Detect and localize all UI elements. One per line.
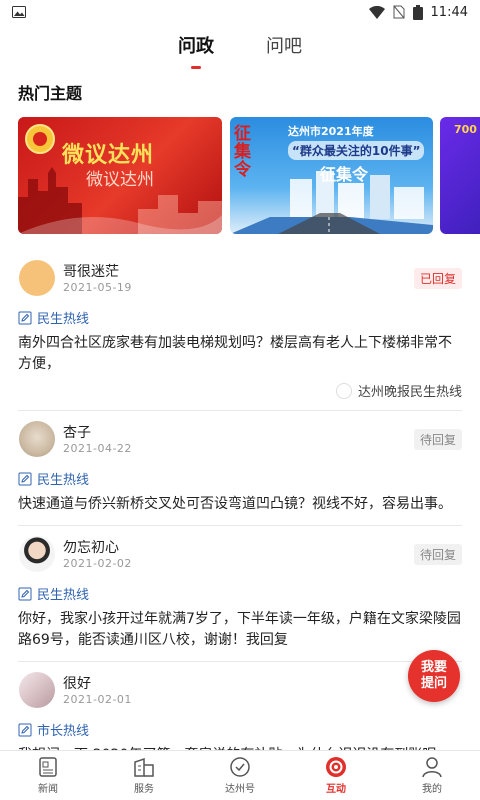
check-circle-icon — [230, 757, 250, 777]
nav-label: 互动 — [326, 784, 346, 795]
bottom-nav: 新闻 服务 达州号 互动 我的 — [0, 750, 480, 800]
edit-icon — [18, 311, 32, 324]
status-badge: 待回复 — [413, 429, 462, 450]
edit-icon — [18, 587, 32, 600]
edit-icon — [18, 472, 32, 485]
author-name: 杏子 — [63, 425, 91, 441]
banner-label: 700 — [454, 123, 477, 136]
category-tag[interactable]: 民生热线 — [18, 469, 462, 488]
nav-item-interact[interactable]: 互动 — [288, 751, 384, 800]
question-content: 快速通道与侨兴新桥交叉处可否设弯道凹凸镜？视线不好，容易出事。 — [18, 496, 452, 512]
section-title: 热门主题 — [18, 84, 83, 103]
avatar — [19, 421, 55, 457]
question-item[interactable]: 勿忘初心 2021-02-02 待回复 民生热线 你好，我家小孩开过年就满7岁了… — [18, 526, 462, 662]
post-date: 2021-05-19 — [63, 281, 132, 294]
status-time: 11:44 — [430, 4, 468, 20]
battery-icon — [412, 4, 423, 20]
topic-carousel[interactable]: 微议达州 微议达州 征集令 达州市2021年度 “群众最关注的10件事” 征集令… — [18, 117, 480, 235]
question-item[interactable]: 哥很迷茫 2021-05-19 已回复 民生热线 南外四合社区庞家巷有加装电梯规… — [18, 250, 462, 411]
author-name: 哥很迷茫 — [63, 264, 119, 280]
avatar — [19, 536, 55, 572]
no-sim-icon — [393, 5, 405, 19]
edit-icon — [18, 723, 32, 736]
tab-label: 问政 — [178, 36, 214, 57]
tab-label: 问吧 — [266, 36, 302, 57]
nav-item-service[interactable]: 服务 — [96, 751, 192, 800]
banner-subtitle: 征集令 — [320, 165, 369, 184]
status-badge: 待回复 — [413, 544, 462, 565]
category-tag[interactable]: 民生热线 — [18, 584, 462, 603]
nav-item-news[interactable]: 新闻 — [0, 751, 96, 800]
banner-stamp: 征集令 — [234, 124, 251, 180]
status-bar: 11:44 — [0, 0, 480, 24]
profile-icon — [422, 757, 442, 778]
nav-label: 达州号 — [225, 784, 255, 795]
category-label: 民生热线 — [37, 473, 90, 488]
nav-label: 新闻 — [38, 784, 58, 795]
post-date: 2021-04-22 — [63, 442, 132, 455]
post-date: 2021-02-02 — [63, 557, 132, 570]
category-tag[interactable]: 民生热线 — [18, 308, 462, 327]
source-logo-icon — [335, 382, 352, 399]
ask-question-button[interactable]: 我要提问 — [408, 650, 460, 702]
interact-icon — [326, 757, 346, 777]
banner-subtitle: 微议达州 — [86, 170, 154, 190]
question-content: 南外四合社区庞家巷有加装电梯规划吗？楼层高有老人上下楼梯非常不方便， — [18, 335, 452, 372]
question-item[interactable]: 杏子 2021-04-22 待回复 民生热线 快速通道与侨兴新桥交叉处可否设弯道… — [18, 411, 462, 526]
image-notification-icon — [12, 6, 26, 18]
category-label: 民生热线 — [37, 588, 90, 603]
tab-wenba[interactable]: 问吧 — [266, 28, 302, 68]
ask-button-label: 我要提问 — [420, 660, 447, 691]
service-icon — [134, 757, 154, 777]
source-name: 达州晚报民生热线 — [357, 385, 462, 400]
status-badge: 已回复 — [413, 268, 462, 289]
tab-wenzheng[interactable]: 问政 — [178, 28, 214, 69]
news-icon — [39, 757, 57, 777]
topic-banner-partial[interactable]: 700 — [440, 117, 480, 234]
category-tag[interactable]: 市长热线 — [18, 720, 462, 739]
category-label: 市长热线 — [37, 724, 90, 739]
category-label: 民生热线 — [37, 312, 90, 327]
top-tabs: 问政 问吧 — [0, 28, 480, 69]
question-content: 你好，我家小孩开过年就满7岁了，下半年读一年级，户籍在文家梁陵园路69号，能否读… — [18, 611, 461, 648]
tab-active-indicator — [191, 66, 201, 69]
topic-banner-zhengjiling[interactable]: 征集令 达州市2021年度 “群众最关注的10件事” 征集令 — [230, 117, 433, 234]
nav-item-profile[interactable]: 我的 — [384, 751, 480, 800]
avatar — [19, 260, 55, 296]
post-date: 2021-02-01 — [63, 693, 132, 706]
author-name: 勿忘初心 — [63, 540, 119, 556]
topic-banner-weiyi[interactable]: 微议达州 微议达州 — [18, 117, 222, 234]
author-name: 很好 — [63, 676, 91, 692]
nav-item-dazhouhao[interactable]: 达州号 — [192, 751, 288, 800]
reply-source: 达州晚报民生热线 — [18, 381, 462, 400]
wifi-icon — [368, 5, 385, 19]
avatar — [19, 672, 55, 708]
banner-heading: 达州市2021年度 — [288, 125, 374, 138]
banner-title: “群众最关注的10件事” — [288, 141, 425, 160]
question-list: 哥很迷茫 2021-05-19 已回复 民生热线 南外四合社区庞家巷有加装电梯规… — [18, 250, 462, 777]
nav-label: 服务 — [134, 784, 154, 795]
nav-label: 我的 — [422, 784, 442, 795]
